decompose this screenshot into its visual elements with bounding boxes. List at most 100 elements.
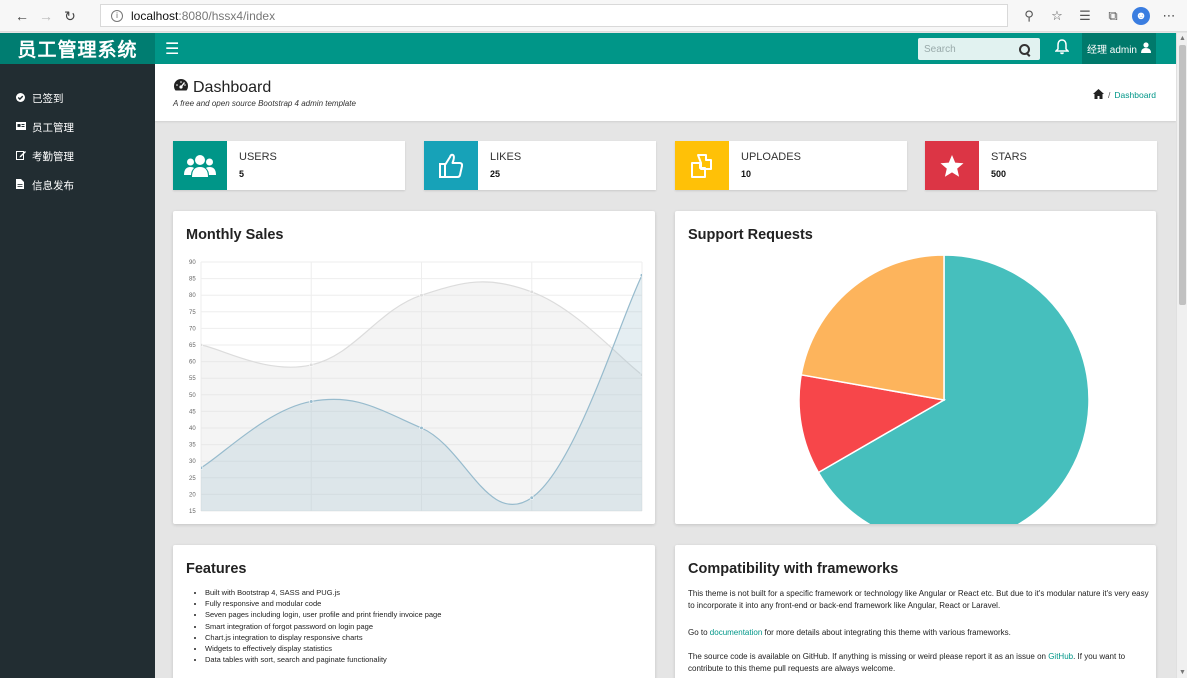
y-tick-label: 35 — [189, 443, 196, 449]
list-item: Fully responsive and modular code — [205, 598, 441, 609]
user-icon — [1141, 41, 1151, 56]
scroll-down-icon[interactable]: ▼ — [1177, 667, 1187, 678]
widget-users: USERS 5 — [173, 141, 405, 190]
y-tick-label: 25 — [189, 476, 196, 482]
monthly-sales-card: Monthly Sales 15 20 25 30 35 40 45 50 55 60 65 70 75… — [173, 211, 655, 524]
compat-card: Compatibility with frameworks This theme… — [675, 545, 1156, 678]
list-item: Widgets to effectively display statistic… — [205, 643, 441, 654]
key-icon[interactable]: ⚲ — [1017, 4, 1041, 28]
data-point[interactable] — [529, 289, 534, 294]
compat-paragraph-3: The source code is available on GitHub. … — [688, 651, 1150, 674]
widget-uploads: UPLOADES 10 — [675, 141, 907, 190]
y-tick-label: 65 — [189, 343, 196, 349]
y-tick-label: 80 — [189, 293, 196, 299]
refresh-icon[interactable]: ↻ — [56, 2, 84, 30]
url-host: localhost — [131, 8, 179, 23]
thumbs-up-icon — [424, 141, 478, 190]
sidebar-item-employees[interactable]: 员工管理 — [0, 113, 155, 142]
y-tick-label: 55 — [189, 376, 196, 382]
data-point[interactable] — [199, 342, 204, 348]
favorites-list-icon[interactable]: ☰ — [1073, 4, 1097, 28]
menu-toggle-icon[interactable]: ☰ — [165, 39, 179, 59]
data-point[interactable] — [419, 425, 424, 431]
info-icon[interactable]: i — [111, 9, 123, 22]
y-tick-label: 50 — [189, 393, 196, 399]
bell-icon[interactable] — [1054, 39, 1070, 58]
github-link[interactable]: GitHub — [1048, 652, 1073, 661]
data-point[interactable] — [309, 362, 314, 368]
user-icon: ☻ — [1132, 7, 1150, 25]
y-tick-label: 30 — [189, 459, 196, 465]
compat-text: The source code is available on GitHub. … — [688, 652, 1049, 661]
documentation-link[interactable]: documentation — [710, 628, 762, 637]
brand-title[interactable]: 员工管理系统 — [0, 33, 155, 64]
users-icon — [173, 141, 227, 190]
list-item: Built with Bootstrap 4, SASS and PUG.js — [205, 587, 441, 598]
pie-slice[interactable] — [800, 254, 945, 401]
y-tick-label: 45 — [189, 409, 196, 415]
widget-value: 5 — [239, 169, 245, 179]
sidebar: 已签到 员工管理 考勤管理 信息发布 — [0, 64, 155, 678]
card-title: Features — [186, 561, 247, 577]
scroll-thumb[interactable] — [1179, 45, 1186, 305]
features-card: Features Built with Bootstrap 4, SASS an… — [173, 545, 655, 678]
check-circle-icon — [16, 92, 32, 105]
user-label: 经理 admin — [1086, 45, 1137, 56]
search-input[interactable] — [918, 39, 1014, 59]
breadcrumb: / Dashboard — [1093, 89, 1156, 101]
data-point[interactable] — [639, 273, 644, 278]
browser-toolbar: ← → ↻ i localhost:8080/hssx4/index ⚲ ☆ ☰… — [0, 0, 1187, 32]
scroll-up-icon[interactable]: ▲ — [1177, 33, 1187, 44]
more-icon[interactable]: ⋯ — [1157, 4, 1181, 28]
data-point[interactable] — [199, 465, 204, 470]
compat-text: for more details about integrating this … — [762, 628, 1011, 637]
data-point[interactable] — [529, 495, 534, 500]
page-scrollbar[interactable]: ▲ ▼ — [1176, 33, 1187, 678]
id-card-icon — [16, 122, 32, 133]
widget-value: 25 — [490, 169, 501, 179]
page-title: Dashboard — [173, 78, 271, 97]
widget-value: 10 — [741, 169, 752, 179]
favorite-star-icon[interactable]: ☆ — [1045, 4, 1069, 28]
sidebar-item-label: 员工管理 — [32, 122, 74, 134]
compat-paragraph-1: This theme is not built for a specific f… — [688, 589, 1149, 610]
monthly-sales-chart: 15 20 25 30 35 40 45 50 55 60 65 70 75 80 85 90 — [189, 260, 644, 515]
breadcrumb-separator: / — [1108, 90, 1111, 100]
list-item: Chart.js integration to display responsi… — [205, 632, 441, 643]
card-title: Compatibility with frameworks — [688, 561, 899, 577]
widget-value: 500 — [991, 169, 1007, 179]
profile-avatar[interactable]: ☻ — [1129, 4, 1153, 28]
data-point[interactable] — [309, 399, 314, 404]
collections-icon[interactable]: ⧉ — [1101, 4, 1125, 28]
page-title-text: Dashboard — [193, 78, 272, 96]
sidebar-item-attendance[interactable]: 考勤管理 — [0, 142, 155, 171]
y-tick-label: 70 — [189, 326, 196, 332]
app-header: 员工管理系统 ☰ 经理 admin — [0, 33, 1176, 64]
user-menu[interactable]: 经理 admin — [1082, 33, 1156, 64]
home-icon[interactable] — [1093, 89, 1105, 101]
data-point[interactable] — [419, 293, 424, 298]
url-path: :8080/hssx4/index — [178, 8, 276, 23]
widget-label: UPLOADES — [741, 151, 801, 163]
file-icon — [16, 179, 32, 192]
widget-label: USERS — [239, 151, 277, 163]
dashboard-icon — [173, 78, 189, 97]
page-header: Dashboard A free and open source Bootstr… — [155, 64, 1176, 121]
y-tick-label: 20 — [189, 492, 196, 498]
sidebar-item-signed-in[interactable]: 已签到 — [0, 84, 155, 113]
y-tick-label: 90 — [189, 260, 196, 266]
sidebar-item-publish[interactable]: 信息发布 — [0, 171, 155, 200]
search-icon[interactable] — [1014, 39, 1034, 59]
breadcrumb-current[interactable]: Dashboard — [1114, 90, 1156, 100]
star-icon — [925, 141, 979, 190]
list-item: Data tables with sort, search and pagina… — [205, 654, 441, 665]
support-requests-chart — [798, 254, 1090, 524]
address-bar[interactable]: i localhost:8080/hssx4/index — [100, 4, 1008, 27]
page-subtitle: A free and open source Bootstrap 4 admin… — [173, 99, 356, 108]
y-tick-label: 15 — [189, 509, 196, 515]
search-box — [918, 38, 1040, 60]
widget-label: LIKES — [490, 151, 522, 163]
sidebar-item-label: 考勤管理 — [32, 151, 74, 163]
list-item: Seven pages including login, user profil… — [205, 609, 441, 620]
y-tick-label: 75 — [189, 310, 196, 316]
